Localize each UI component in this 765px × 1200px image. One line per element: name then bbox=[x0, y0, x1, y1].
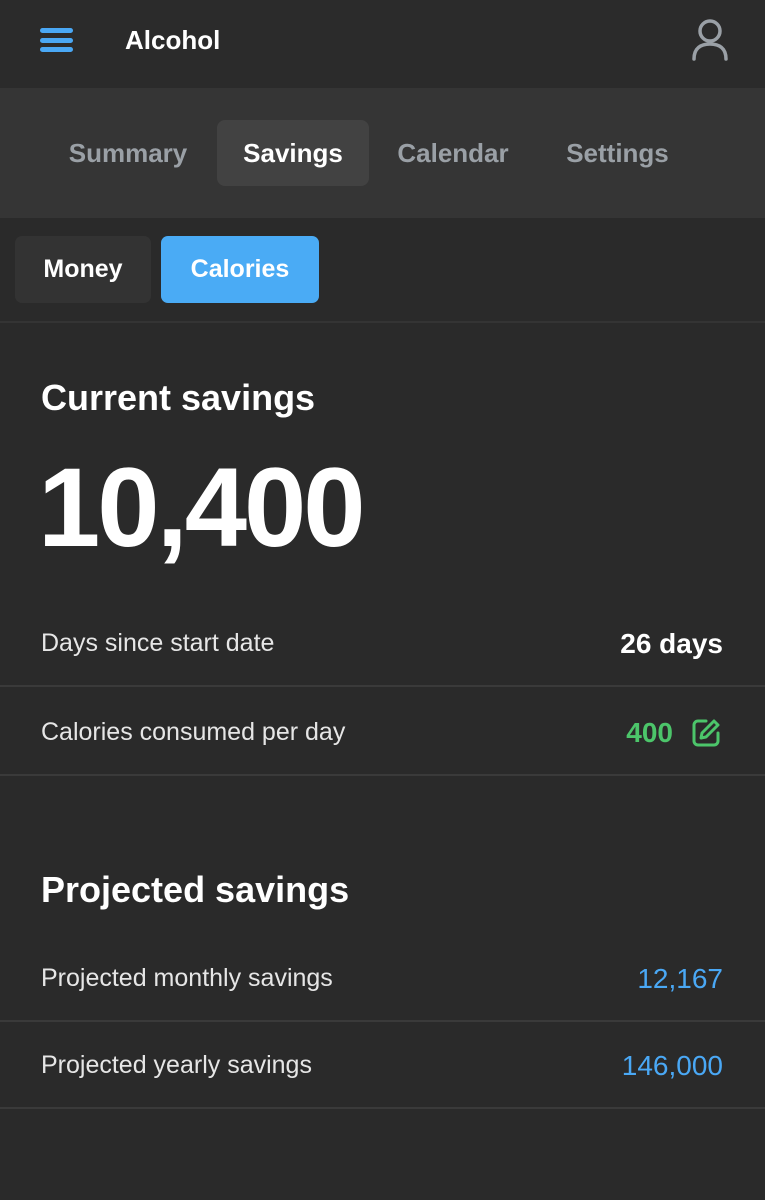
row-value: 26 days bbox=[620, 628, 723, 659]
current-savings-value: 10,400 bbox=[38, 445, 366, 570]
current-savings-title: Current savings bbox=[41, 377, 316, 418]
top-bar: Alcohol bbox=[0, 0, 765, 88]
app-screen: Alcohol Summary Savings Calendar Setting… bbox=[0, 0, 765, 1200]
page-title: Alcohol bbox=[125, 25, 221, 55]
row-value: 400 bbox=[626, 717, 673, 748]
subtab-money[interactable]: Money bbox=[15, 236, 151, 303]
hamburger-menu-icon[interactable] bbox=[40, 26, 74, 54]
menu-bar-line bbox=[40, 28, 73, 33]
savings-type-tabs: Money Calories bbox=[0, 218, 765, 323]
row-label: Days since start date bbox=[41, 629, 275, 657]
tab-settings[interactable]: Settings bbox=[540, 120, 695, 186]
tab-calendar[interactable]: Calendar bbox=[378, 120, 528, 186]
row-value: 146,000 bbox=[621, 1050, 723, 1081]
menu-bar-line bbox=[40, 47, 73, 52]
menu-bar-line bbox=[40, 37, 73, 43]
projected-monthly-row: Projected monthly savings 12,167 bbox=[0, 935, 765, 1022]
edit-icon[interactable] bbox=[690, 717, 722, 749]
tab-summary[interactable]: Summary bbox=[48, 120, 208, 186]
row-label: Projected monthly savings bbox=[41, 964, 333, 992]
main-tabs: Summary Savings Calendar Settings bbox=[0, 88, 765, 218]
days-since-start-row: Days since start date 26 days bbox=[0, 600, 765, 687]
user-icon[interactable] bbox=[690, 18, 730, 62]
subtab-calories[interactable]: Calories bbox=[161, 236, 319, 303]
calories-per-day-row: Calories consumed per day 400 bbox=[0, 689, 765, 776]
tab-savings[interactable]: Savings bbox=[217, 120, 369, 186]
row-label: Projected yearly savings bbox=[41, 1051, 312, 1079]
row-label: Calories consumed per day bbox=[41, 718, 346, 746]
projected-savings-title: Projected savings bbox=[41, 869, 350, 910]
row-value: 12,167 bbox=[637, 963, 723, 994]
projected-yearly-row: Projected yearly savings 146,000 bbox=[0, 1022, 765, 1109]
